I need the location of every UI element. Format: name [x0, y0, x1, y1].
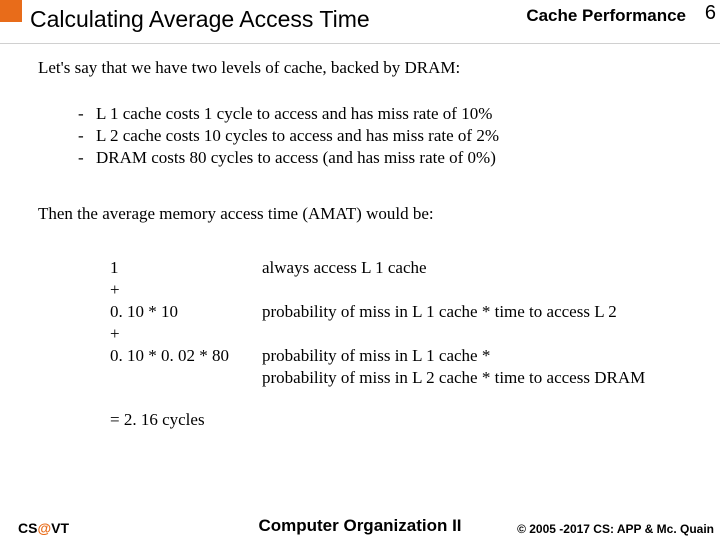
calc-row: + — [110, 280, 682, 300]
calc-explain: probability of miss in L 2 cache * time … — [262, 368, 682, 388]
header-accent-square — [0, 0, 22, 22]
calc-explain — [262, 324, 682, 344]
amat-intro: Then the average memory access time (AMA… — [38, 204, 682, 224]
bullet-text: L 2 cache costs 10 cycles to access and … — [96, 126, 499, 146]
list-item: - DRAM costs 80 cycles to access (and ha… — [78, 148, 682, 168]
calc-term: 1 — [110, 258, 262, 278]
footer-left: CS@VT — [18, 520, 69, 536]
intro-text: Let's say that we have two levels of cac… — [38, 58, 682, 78]
bullet-list: - L 1 cache costs 1 cycle to access and … — [78, 104, 682, 168]
calc-term — [110, 368, 262, 388]
calc-row: 1 always access L 1 cache — [110, 258, 682, 278]
bullet-text: DRAM costs 80 cycles to access (and has … — [96, 148, 496, 168]
footer-vt: VT — [51, 520, 69, 536]
calc-explain: probability of miss in L 1 cache * time … — [262, 302, 682, 322]
calc-term: + — [110, 324, 262, 344]
footer-copyright: © 2005 -2017 CS: APP & Mc. Quain — [517, 522, 714, 536]
calc-result: = 2. 16 cycles — [110, 410, 682, 430]
slide-header: Calculating Average Access Time Cache Pe… — [0, 0, 720, 44]
calc-term: 0. 10 * 10 — [110, 302, 262, 322]
slide-title: Calculating Average Access Time — [30, 6, 370, 33]
calculation-block: 1 always access L 1 cache + 0. 10 * 10 p… — [110, 258, 682, 430]
footer-center: Computer Organization II — [258, 516, 461, 536]
calc-explain: always access L 1 cache — [262, 258, 682, 278]
list-item: - L 1 cache costs 1 cycle to access and … — [78, 104, 682, 124]
calc-row: 0. 10 * 0. 02 * 80 probability of miss i… — [110, 346, 682, 366]
calc-explain — [262, 280, 682, 300]
bullet-dash: - — [78, 126, 96, 146]
calc-row: 0. 10 * 10 probability of miss in L 1 ca… — [110, 302, 682, 322]
calc-term: 0. 10 * 0. 02 * 80 — [110, 346, 262, 366]
footer-cs: CS — [18, 520, 37, 536]
bullet-dash: - — [78, 104, 96, 124]
calc-explain: probability of miss in L 1 cache * — [262, 346, 682, 366]
calc-row: probability of miss in L 2 cache * time … — [110, 368, 682, 388]
calc-term: + — [110, 280, 262, 300]
list-item: - L 2 cache costs 10 cycles to access an… — [78, 126, 682, 146]
bullet-text: L 1 cache costs 1 cycle to access and ha… — [96, 104, 492, 124]
calc-row: + — [110, 324, 682, 344]
slide-footer: CS@VT Computer Organization II © 2005 -2… — [0, 520, 720, 536]
slide-content: Let's say that we have two levels of cac… — [0, 44, 720, 430]
footer-at: @ — [37, 520, 51, 536]
page-number: 6 — [705, 2, 716, 25]
section-label: Cache Performance — [526, 6, 686, 26]
bullet-dash: - — [78, 148, 96, 168]
